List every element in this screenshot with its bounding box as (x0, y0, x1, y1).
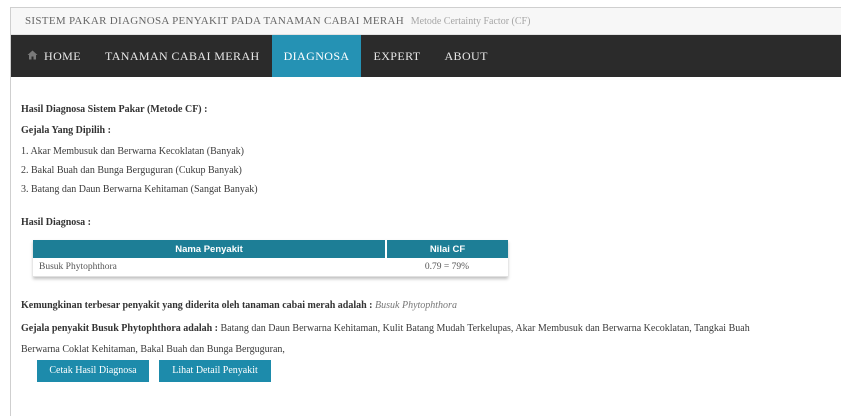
symptoms-detail-text-2: Berwarna Coklat Kehitaman, Bakal Buah da… (21, 344, 285, 355)
diagnosis-heading: Hasil Diagnosa : (21, 217, 92, 228)
table-row: Busuk Phytophthora 0.79 = 79% (33, 258, 508, 277)
nav-about-label: ABOUT (444, 48, 488, 63)
nav-expert-label: EXPERT (373, 48, 421, 63)
diagnosis-table: Nama Penyakit Nilai CF Busuk Phytophthor… (33, 240, 508, 277)
column-header-cf: Nilai CF (386, 240, 508, 258)
nav-diagnosa-label: DIAGNOSA (283, 48, 350, 63)
print-diagnosis-button[interactable]: Cetak Hasil Diagnosa (37, 360, 149, 382)
nav-about[interactable]: ABOUT (432, 35, 499, 77)
symptoms-heading: Gejala Yang Dipilih : (21, 125, 111, 136)
symptoms-detail-text-1: Batang dan Daun Berwarna Kehitaman, Kuli… (220, 323, 750, 334)
table-header-row: Nama Penyakit Nilai CF (33, 240, 508, 258)
main-navbar: HOME TANAMAN CABAI MERAH DIAGNOSA EXPERT… (11, 35, 841, 77)
conclusion-value: Busuk Phytophthora (375, 300, 457, 311)
list-item: 2. Bakal Buah dan Bunga Berguguran (Cuku… (21, 165, 242, 176)
site-header: SISTEM PAKAR DIAGNOSA PENYAKIT PADA TANA… (11, 8, 841, 35)
result-heading: Hasil Diagnosa Sistem Pakar (Metode CF) … (21, 104, 208, 115)
column-header-disease: Nama Penyakit (33, 240, 387, 258)
disease-name-cell: Busuk Phytophthora (33, 258, 386, 277)
view-disease-detail-button[interactable]: Lihat Detail Penyakit (159, 360, 271, 382)
symptoms-detail-label: Gejala penyakit Busuk Phytophthora adala… (21, 323, 218, 334)
nav-diagnosa[interactable]: DIAGNOSA (271, 35, 362, 77)
site-subtitle: Metode Certainty Factor (CF) (410, 16, 531, 27)
symptoms-detail-line: Gejala penyakit Busuk Phytophthora adala… (21, 323, 750, 334)
nav-expert[interactable]: EXPERT (361, 35, 432, 77)
nav-tanaman-cabai-merah[interactable]: TANAMAN CABAI MERAH (93, 35, 272, 77)
home-icon (27, 49, 38, 64)
conclusion-label: Kemungkinan terbesar penyakit yang dider… (21, 300, 373, 311)
nav-tanaman-label: TANAMAN CABAI MERAH (104, 48, 260, 63)
list-item: 1. Akar Membusuk dan Berwarna Kecoklatan… (21, 146, 244, 157)
list-item: 3. Batang dan Daun Berwarna Kehitaman (S… (21, 184, 258, 195)
site-title: SISTEM PAKAR DIAGNOSA PENYAKIT PADA TANA… (25, 15, 404, 27)
cf-value-cell: 0.79 = 79% (386, 258, 508, 277)
nav-home[interactable]: HOME (11, 35, 93, 77)
app-frame: SISTEM PAKAR DIAGNOSA PENYAKIT PADA TANA… (10, 7, 841, 416)
nav-home-label: HOME (44, 48, 81, 63)
conclusion-line: Kemungkinan terbesar penyakit yang dider… (21, 300, 457, 311)
